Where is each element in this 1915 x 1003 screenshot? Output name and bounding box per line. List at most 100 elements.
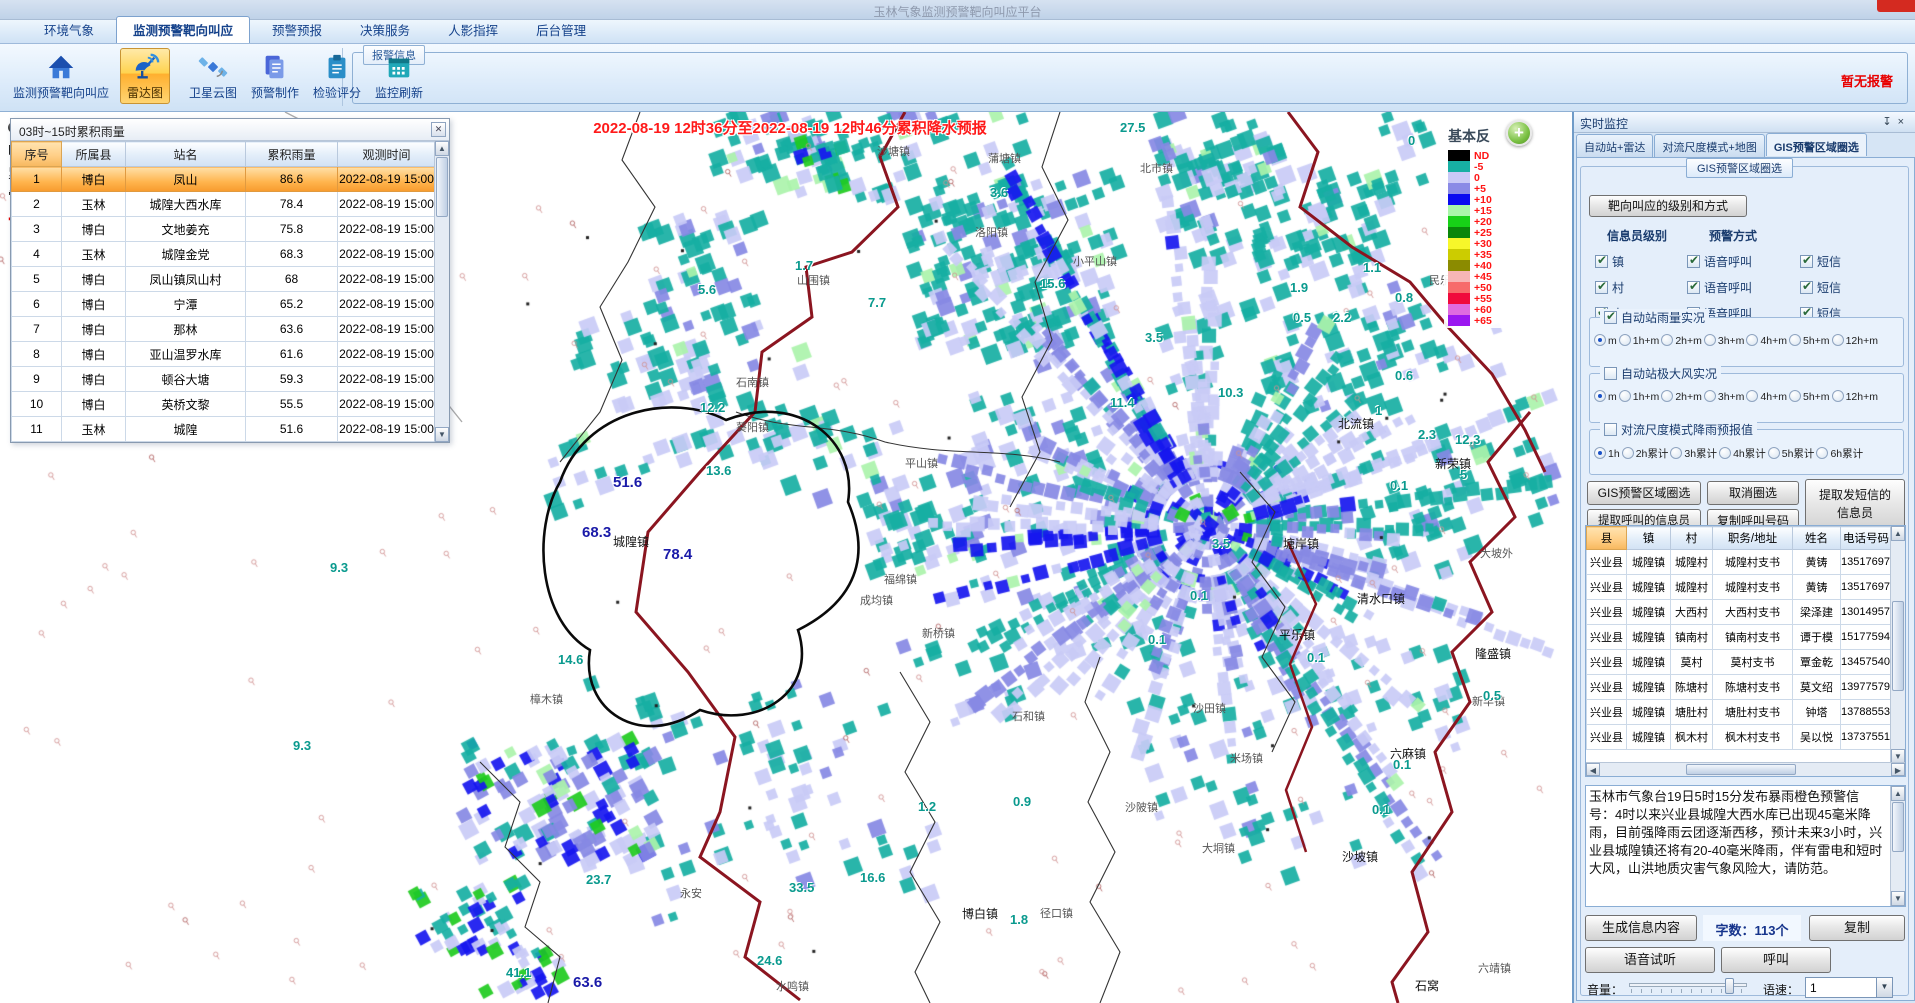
toolbar-button[interactable]: 监测预警靶向叫应 [6, 48, 116, 104]
toolbar-button[interactable]: 检验评分 [306, 48, 368, 104]
message-textarea[interactable]: 玉林市气象台19日5时15分发布暴雨橙色预警信号：4时以来兴业县城隍大西水库已出… [1585, 785, 1906, 907]
call-level-button[interactable]: 靶向叫应的级别和方式 [1589, 195, 1747, 217]
gis-select-button[interactable]: GIS预警区域圈选 [1587, 481, 1701, 505]
table-row[interactable]: 1博白凤山86.62022-08-19 15:00 [12, 167, 436, 192]
radio-option[interactable]: 3h+m [1704, 391, 1745, 403]
column-header[interactable]: 电话号码 [1841, 527, 1892, 550]
radio-option[interactable]: 3h+m [1704, 335, 1745, 347]
volume-slider[interactable] [1629, 977, 1747, 995]
radio-option[interactable]: 5h累计 [1768, 448, 1815, 460]
toolbar-button[interactable]: 监控刷新 [368, 48, 430, 104]
scroll-down-icon[interactable]: ▼ [1891, 891, 1905, 906]
copy-button[interactable]: 复制 [1809, 915, 1905, 941]
table-row[interactable]: 11玉林城隍51.62022-08-19 15:00 [12, 417, 436, 442]
column-header[interactable]: 站名 [126, 142, 246, 167]
call-button[interactable]: 呼叫 [1721, 947, 1831, 973]
table-row[interactable]: 3博白文地姜充75.82022-08-19 15:00 [12, 217, 436, 242]
column-header[interactable]: 县 [1587, 527, 1627, 550]
menu-item[interactable]: 监测预警靶向叫应 [116, 16, 250, 43]
menu-item[interactable]: 预警预报 [256, 17, 338, 43]
column-header[interactable]: 所属县 [62, 142, 126, 167]
contact-row[interactable]: 兴业县城隍镇大西村大西村支书梁泽建130149571 [1587, 600, 1892, 625]
extract-sms-button[interactable]: 提取发短信的信息员 [1805, 479, 1905, 531]
scroll-up-icon[interactable]: ▲ [435, 141, 449, 156]
panel-tab[interactable]: 对流尺度模式+地图 [1654, 134, 1764, 157]
column-header[interactable]: 观测时间 [338, 142, 436, 167]
chevron-down-icon[interactable]: ▼ [1876, 978, 1892, 997]
voice-call-checkbox[interactable] [1687, 281, 1700, 294]
toolbar-button[interactable]: 雷达图 [120, 48, 170, 104]
radio-option[interactable]: 4h累计 [1719, 448, 1766, 460]
panel-tab[interactable]: 自动站+雷达 [1576, 134, 1653, 157]
voice-preview-button[interactable]: 语音试听 [1585, 947, 1715, 973]
table-row[interactable]: 6博白宁潭65.22022-08-19 15:00 [12, 292, 436, 317]
sms-checkbox[interactable] [1800, 281, 1813, 294]
menu-item[interactable]: 后台管理 [520, 17, 602, 43]
cancel-select-button[interactable]: 取消圈选 [1707, 481, 1799, 505]
radio-option[interactable]: 6h累计 [1816, 448, 1863, 460]
column-header[interactable]: 职务/地址 [1713, 527, 1793, 550]
contact-row[interactable]: 兴业县城隍镇塘肚村塘肚村支书钟塔137885534 [1587, 700, 1892, 725]
table-row[interactable]: 5博白凤山镇凤山村682022-08-19 15:00 [12, 267, 436, 292]
contact-table-hscrollbar[interactable]: ◀ ▶ [1586, 762, 1905, 776]
level-checkbox[interactable] [1595, 281, 1608, 294]
zoom-in-button[interactable]: + [1506, 120, 1532, 146]
column-header[interactable]: 序号 [12, 142, 62, 167]
rain-group-checkbox[interactable] [1604, 311, 1617, 324]
contact-row[interactable]: 兴业县城隍镇城隍村城隍村支书黄铸135176975 [1587, 550, 1892, 575]
column-header[interactable]: 姓名 [1793, 527, 1841, 550]
menu-item[interactable]: 人影指挥 [432, 17, 514, 43]
contact-row[interactable]: 兴业县城隍镇镇南村镇南村支书谭于模151775946 [1587, 625, 1892, 650]
contact-row[interactable]: 兴业县城隍镇陈塘村陈塘村支书莫文绍139775796 [1587, 675, 1892, 700]
radio-option[interactable]: 4h+m [1746, 391, 1787, 403]
radio-option[interactable]: 1h+m [1619, 335, 1660, 347]
menu-item[interactable]: 环境气象 [28, 17, 110, 43]
menu-item[interactable]: 决策服务 [344, 17, 426, 43]
toolbar-button[interactable]: 预警制作 [244, 48, 306, 104]
message-scrollbar[interactable]: ▲ ▼ [1890, 786, 1905, 906]
table-row[interactable]: 4玉林城隍金党68.32022-08-19 15:00 [12, 242, 436, 267]
table-row[interactable]: 8博白亚山温罗水库61.62022-08-19 15:00 [12, 342, 436, 367]
column-header[interactable]: 镇 [1627, 527, 1671, 550]
level-checkbox[interactable] [1595, 255, 1608, 268]
table-row[interactable]: 9博白顿谷大塘59.32022-08-19 15:00 [12, 367, 436, 392]
voice-call-checkbox[interactable] [1687, 255, 1700, 268]
panel-tab[interactable]: GIS预警区域圈选 [1766, 133, 1867, 156]
radio-option[interactable]: 12h+m [1832, 335, 1878, 347]
toolbar-button[interactable]: 卫星云图 [182, 48, 244, 104]
scroll-down-icon[interactable]: ▼ [435, 427, 449, 442]
contact-row[interactable]: 兴业县城隍镇枫木村枫木村支书吴以悦137375511 [1587, 725, 1892, 750]
pin-icon[interactable]: ↧ [1882, 116, 1897, 128]
radio-option[interactable]: 2h累计 [1622, 448, 1669, 460]
table-row[interactable]: 7博白那林63.62022-08-19 15:00 [12, 317, 436, 342]
column-header[interactable]: 累积雨量 [246, 142, 338, 167]
radio-option[interactable]: 2h+m [1661, 391, 1702, 403]
radio-option[interactable]: 2h+m [1661, 335, 1702, 347]
radio-option[interactable]: 1h [1594, 448, 1620, 460]
generate-message-button[interactable]: 生成信息内容 [1585, 915, 1697, 941]
column-header[interactable]: 村 [1671, 527, 1713, 550]
radio-option[interactable]: 3h累计 [1670, 448, 1717, 460]
slider-thumb[interactable] [1725, 978, 1734, 994]
scroll-up-icon[interactable]: ▲ [1891, 526, 1905, 541]
radio-option[interactable]: 12h+m [1832, 391, 1878, 403]
radio-option[interactable]: 5h+m [1789, 335, 1830, 347]
table-row[interactable]: 2玉林城隍大西水库78.42022-08-19 15:00 [12, 192, 436, 217]
contact-row[interactable]: 兴业县城隍镇城隍村城隍村支书黄铸135176975 [1587, 575, 1892, 600]
wind-group-checkbox[interactable] [1604, 367, 1617, 380]
radio-option[interactable]: m [1594, 391, 1617, 403]
radio-option[interactable]: 4h+m [1746, 335, 1787, 347]
table-row[interactable]: 10博白英桥文黎55.52022-08-19 15:00 [12, 392, 436, 417]
forecast-group-checkbox[interactable] [1604, 423, 1617, 436]
rain-table-scrollbar[interactable]: ▲ ▼ [434, 141, 449, 442]
close-icon[interactable]: ✕ [431, 122, 446, 137]
scroll-up-icon[interactable]: ▲ [1891, 786, 1905, 801]
close-button[interactable] [1877, 0, 1915, 12]
radio-option[interactable]: 1h+m [1619, 391, 1660, 403]
sms-checkbox[interactable] [1800, 255, 1813, 268]
scroll-left-icon[interactable]: ◀ [1586, 763, 1600, 776]
radio-option[interactable]: 5h+m [1789, 391, 1830, 403]
speed-dropdown[interactable]: 1 ▼ [1805, 977, 1893, 998]
contact-row[interactable]: 兴业县城隍镇莫村莫村支书覃金乾134575405 [1587, 650, 1892, 675]
contact-table-vscrollbar[interactable]: ▲ ▼ [1890, 526, 1905, 764]
